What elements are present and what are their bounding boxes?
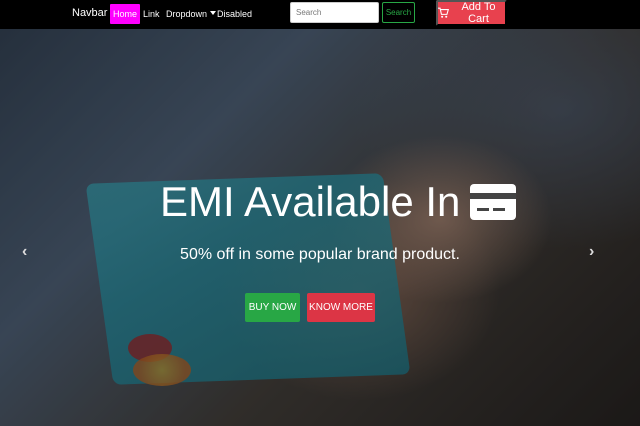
navbar-brand[interactable]: Navbar xyxy=(72,7,107,19)
add-to-cart-label: Add To Cart xyxy=(461,1,496,25)
hero-overlay xyxy=(0,29,640,426)
nav-disabled: Disabled xyxy=(217,9,253,19)
nav-link[interactable]: Link xyxy=(140,4,163,24)
search-input[interactable] xyxy=(290,2,379,23)
hero-carousel xyxy=(0,29,640,426)
navbar: Navbar Home Link Dropdown Disabled Searc… xyxy=(0,0,640,29)
carousel-prev-icon[interactable]: ‹ xyxy=(22,243,27,261)
cart-icon xyxy=(438,7,449,18)
hero-title: EMI Available In xyxy=(160,178,517,226)
credit-card-icon xyxy=(470,184,517,220)
carousel-next-icon[interactable]: › xyxy=(589,243,594,261)
nav-dropdown-label: Dropdown xyxy=(166,9,208,19)
add-to-cart-button[interactable]: Add To Cart xyxy=(436,0,507,26)
nav-home[interactable]: Home xyxy=(110,4,141,24)
hero-subtitle: 50% off in some popular brand product. xyxy=(180,246,460,263)
hero-title-text: EMI Available In xyxy=(160,178,461,225)
search-button[interactable]: Search xyxy=(382,2,415,23)
know-more-button[interactable]: KNOW MORE xyxy=(307,293,375,322)
buy-now-button[interactable]: BUY NOW xyxy=(245,293,300,322)
nav-dropdown[interactable]: Dropdown xyxy=(163,4,219,24)
